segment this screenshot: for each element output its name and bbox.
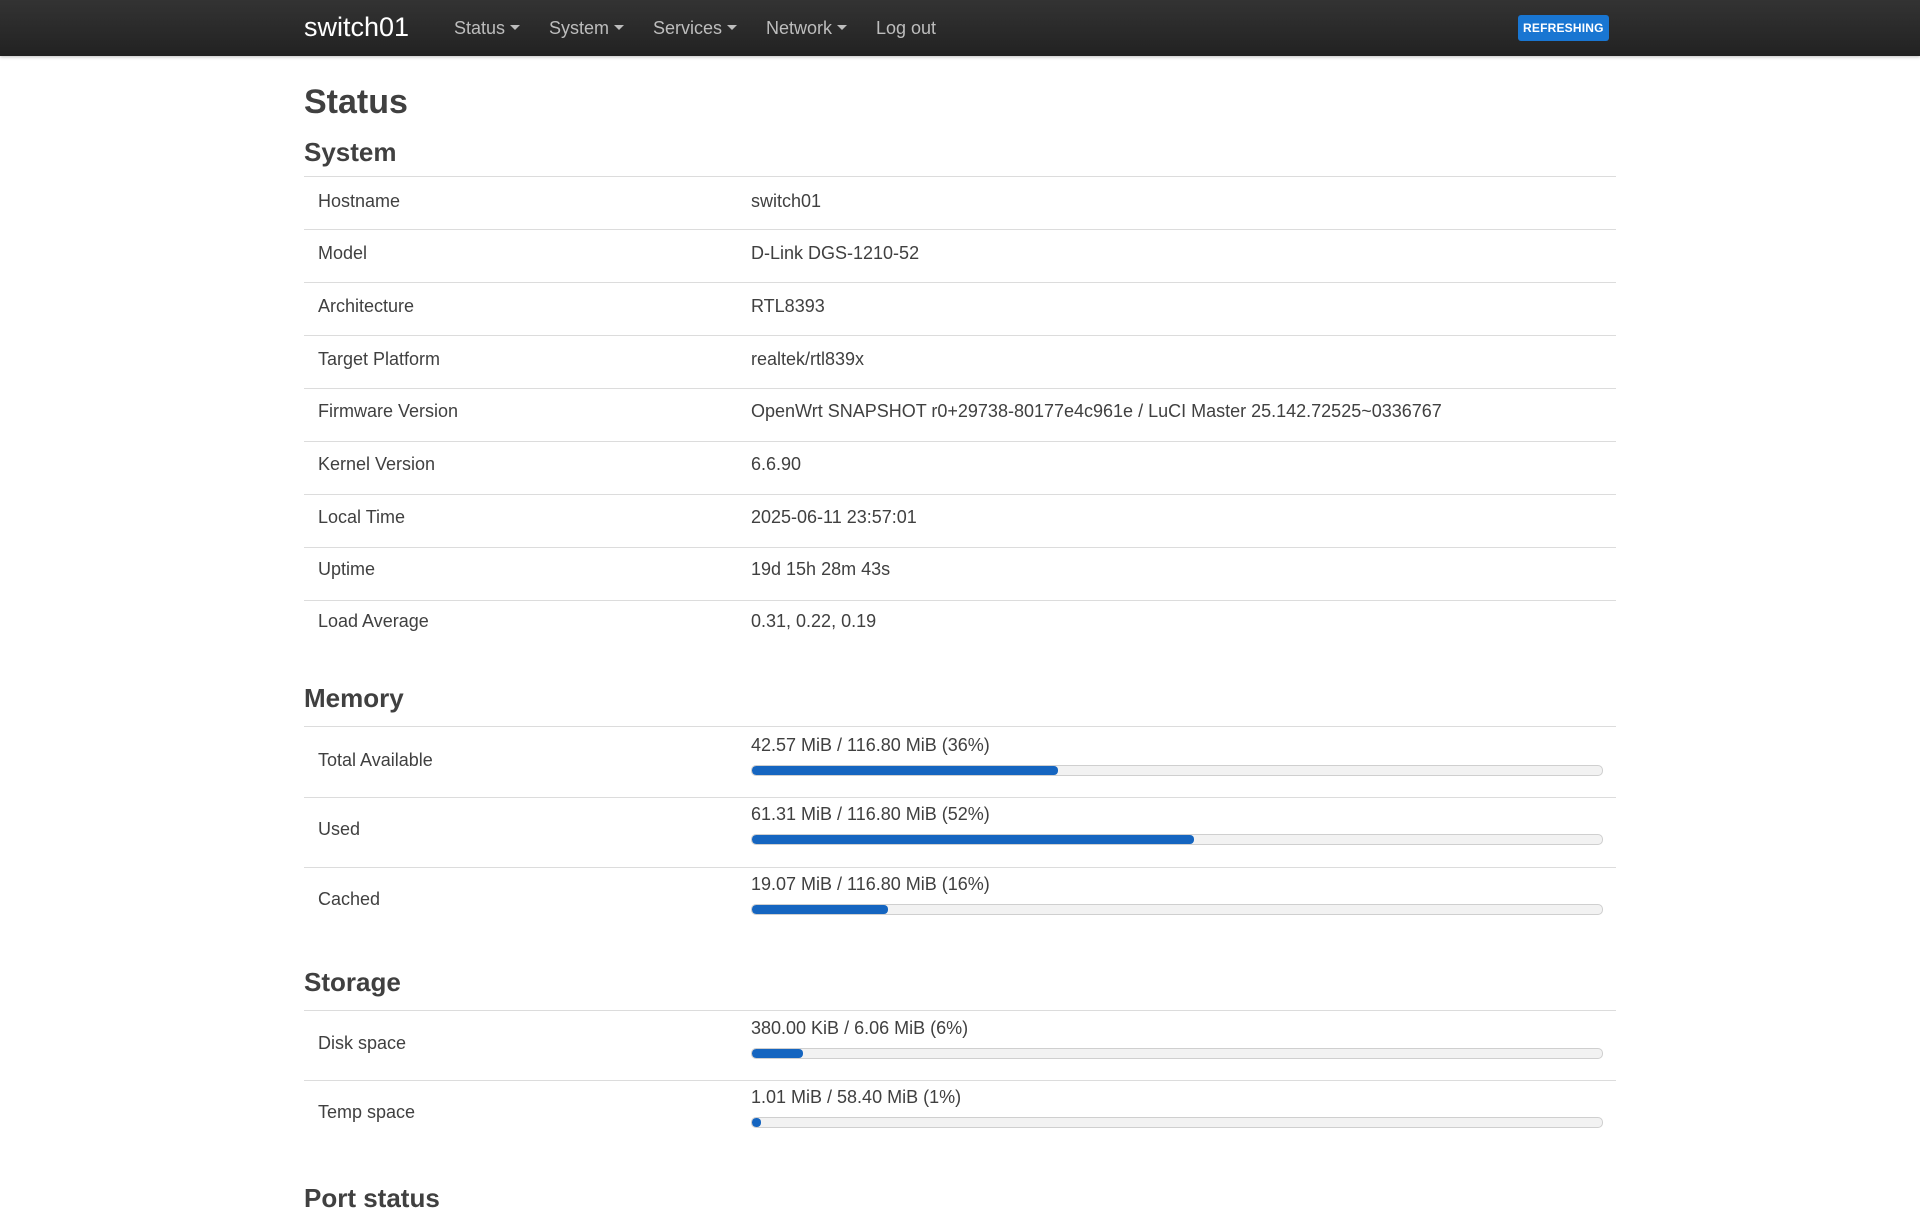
table-row: Kernel Version 6.6.90	[304, 442, 1616, 495]
chevron-down-icon	[614, 24, 625, 30]
table-row: Local Time 2025-06-11 23:57:01	[304, 495, 1616, 548]
memory-used-text: 61.31 MiB / 116.80 MiB (52%)	[751, 804, 990, 824]
progress-bar	[751, 1117, 1603, 1128]
row-label: Load Average	[318, 611, 429, 631]
progress-fill	[752, 1118, 761, 1127]
chevron-down-icon	[837, 24, 848, 30]
row-label: Temp space	[318, 1102, 416, 1122]
table-row: Load Average 0.31, 0.22, 0.19	[304, 601, 1616, 653]
progress-bar	[751, 904, 1603, 915]
chevron-down-icon	[727, 24, 738, 30]
menu-system-label: System	[549, 18, 610, 38]
table-row: Cached 19.07 MiB / 116.80 MiB (16%)	[304, 867, 1616, 937]
row-value: realtek/rtl839x	[751, 349, 865, 369]
menu-status-label: Status	[454, 18, 506, 38]
progress-bar	[751, 1048, 1603, 1059]
section-heading-storage: Storage	[304, 967, 401, 997]
row-value: 6.6.90	[751, 454, 802, 474]
memory-cached-text: 19.07 MiB / 116.80 MiB (16%)	[751, 874, 990, 894]
top-navbar: switch01 Status System Services Network …	[0, 0, 1920, 56]
brand-link[interactable]: switch01	[304, 10, 409, 44]
temp-space-text: 1.01 MiB / 58.40 MiB (1%)	[751, 1087, 962, 1107]
row-value: 19d 15h 28m 43s	[751, 559, 891, 579]
menu-network-label: Network	[766, 18, 833, 38]
row-label: Uptime	[318, 559, 376, 579]
row-label: Target Platform	[318, 349, 441, 369]
row-value: RTL8393	[751, 296, 825, 316]
disk-space-text: 380.00 KiB / 6.06 MiB (6%)	[751, 1018, 969, 1038]
menu-network[interactable]: Network	[766, 16, 848, 40]
menu-status[interactable]: Status	[454, 16, 521, 40]
row-label: Disk space	[318, 1033, 407, 1053]
row-value: OpenWrt SNAPSHOT r0+29738-80177e4c961e /…	[751, 401, 1442, 421]
progress-bar	[751, 765, 1603, 776]
table-row: Temp space 1.01 MiB / 58.40 MiB (1%)	[304, 1080, 1616, 1150]
table-row: Total Available 42.57 MiB / 116.80 MiB (…	[304, 727, 1616, 798]
row-value: switch01	[751, 191, 822, 211]
memory-total-text: 42.57 MiB / 116.80 MiB (36%)	[751, 735, 990, 755]
table-row: Hostname switch01	[304, 177, 1616, 230]
table-row: Used 61.31 MiB / 116.80 MiB (52%)	[304, 797, 1616, 868]
row-label: Kernel Version	[318, 454, 436, 474]
menu-services[interactable]: Services	[653, 16, 738, 40]
row-label: Firmware Version	[318, 401, 459, 421]
table-row: Disk space 380.00 KiB / 6.06 MiB (6%)	[304, 1011, 1616, 1081]
progress-fill	[752, 766, 1058, 775]
progress-fill	[752, 835, 1194, 844]
section-heading-port-status: Port status	[304, 1183, 440, 1213]
progress-fill	[752, 905, 888, 914]
table-row: Target Platform realtek/rtl839x	[304, 336, 1616, 389]
table-row: Uptime 19d 15h 28m 43s	[304, 548, 1616, 601]
row-label: Hostname	[318, 191, 401, 211]
row-label: Used	[318, 819, 361, 839]
progress-bar	[751, 834, 1603, 845]
row-value: D-Link DGS-1210-52	[751, 243, 920, 263]
menu-system[interactable]: System	[549, 16, 625, 40]
row-value: 0.31, 0.22, 0.19	[751, 611, 877, 631]
progress-fill	[752, 1049, 803, 1058]
row-label: Total Available	[318, 750, 433, 770]
row-label: Architecture	[318, 296, 415, 316]
table-row: Model D-Link DGS-1210-52	[304, 230, 1616, 283]
menu-logout[interactable]: Log out	[876, 16, 936, 40]
row-label: Model	[318, 243, 368, 263]
table-row: Architecture RTL8393	[304, 283, 1616, 336]
page-title: Status	[304, 83, 408, 121]
section-heading-system: System	[304, 137, 397, 167]
menu-services-label: Services	[653, 18, 723, 38]
section-heading-memory: Memory	[304, 683, 404, 713]
refreshing-indicator[interactable]: REFRESHING	[1518, 15, 1609, 41]
table-row: Firmware Version OpenWrt SNAPSHOT r0+297…	[304, 389, 1616, 442]
menu-logout-label: Log out	[876, 18, 937, 38]
row-value: 2025-06-11 23:57:01	[751, 507, 917, 527]
chevron-down-icon	[510, 24, 521, 30]
row-label: Local Time	[318, 507, 406, 527]
row-label: Cached	[318, 889, 381, 909]
